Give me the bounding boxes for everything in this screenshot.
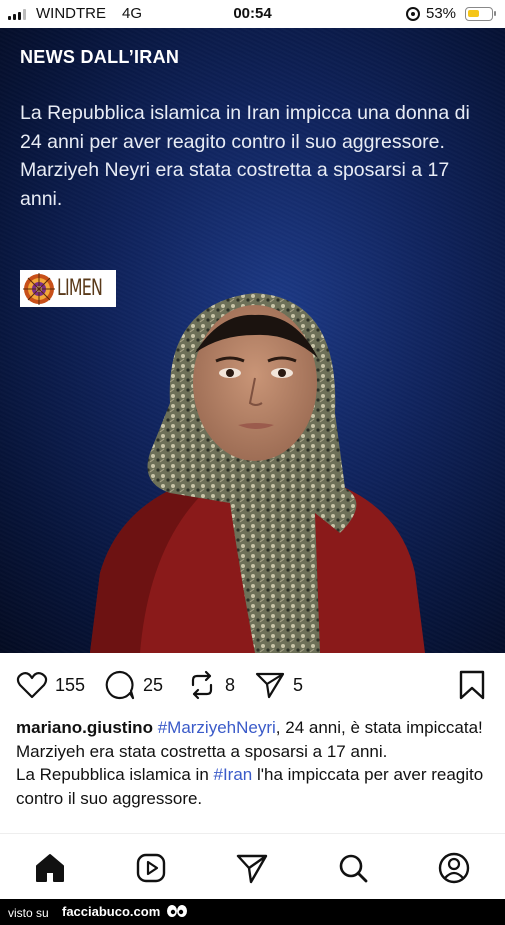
profile-icon[interactable]	[437, 851, 471, 885]
watermark-prefix: visto su	[8, 906, 49, 920]
like-count: 155	[55, 674, 86, 695]
repost-button[interactable]: 8	[186, 669, 235, 701]
battery-icon	[465, 7, 496, 21]
post-actions: 155 25 8 5	[0, 653, 505, 713]
watermark-site: facciabuco.com	[62, 904, 161, 919]
share-count: 5	[293, 674, 304, 695]
eyes-icon	[167, 905, 187, 917]
limen-logo: LIMEN	[20, 270, 116, 307]
limen-logo-text: LIMEN	[57, 276, 103, 301]
comment-count: 25	[143, 674, 164, 695]
caption-username[interactable]: mariano.giustino	[16, 718, 153, 737]
heart-icon	[16, 672, 48, 699]
image-body-text: La Repubblica islamica in Iran impicca u…	[20, 99, 490, 213]
repost-icon	[191, 670, 213, 700]
comment-icon	[105, 670, 135, 700]
send-icon[interactable]	[235, 851, 269, 885]
caption-line-3: La Repubblica islamica in #Iran l'ha imp…	[16, 763, 494, 810]
post-caption: mariano.giustino #MarziyehNeyri, 24 anni…	[16, 716, 494, 810]
send-icon	[255, 672, 285, 699]
image-body-line: La Repubblica islamica in Iran impicca u…	[20, 102, 470, 153]
search-icon[interactable]	[336, 851, 370, 885]
reels-icon[interactable]	[134, 851, 168, 885]
battery-percent: 53%	[426, 5, 457, 22]
caption-text: , 24 anni, è stata impiccata!	[275, 718, 483, 737]
like-button[interactable]: 155	[16, 669, 85, 701]
caption-hashtag-iran[interactable]: #Iran	[214, 765, 253, 784]
image-body-line: Marziyeh Neyri era stata costretta a spo…	[20, 159, 450, 210]
caption-text: La Repubblica islamica in	[16, 765, 214, 784]
orientation-lock-icon	[406, 7, 420, 21]
portrait-photo	[90, 293, 425, 653]
home-icon[interactable]	[33, 851, 67, 885]
bottom-nav	[0, 833, 505, 899]
status-bar: WINDTRE 4G 00:54 53%	[0, 0, 505, 28]
caption-line-2: Marziyeh era stata costretta a sposarsi …	[16, 741, 388, 761]
image-headline: NEWS DALL’IRAN	[20, 47, 180, 67]
bookmark-icon[interactable]	[457, 669, 487, 701]
comment-button[interactable]: 25	[104, 669, 163, 701]
share-button[interactable]: 5	[254, 669, 303, 701]
post-image[interactable]: NEWS DALL’IRAN La Repubblica islamica in…	[0, 28, 505, 653]
caption-hashtag-marziyehneyri[interactable]: #MarziyehNeyri	[158, 718, 276, 737]
limen-logo-mark	[23, 272, 55, 305]
watermark-bar: visto su facciabuco.com	[0, 899, 505, 925]
repost-count: 8	[225, 674, 236, 695]
caption-line-1: mariano.giustino #MarziyehNeyri, 24 anni…	[16, 716, 494, 740]
